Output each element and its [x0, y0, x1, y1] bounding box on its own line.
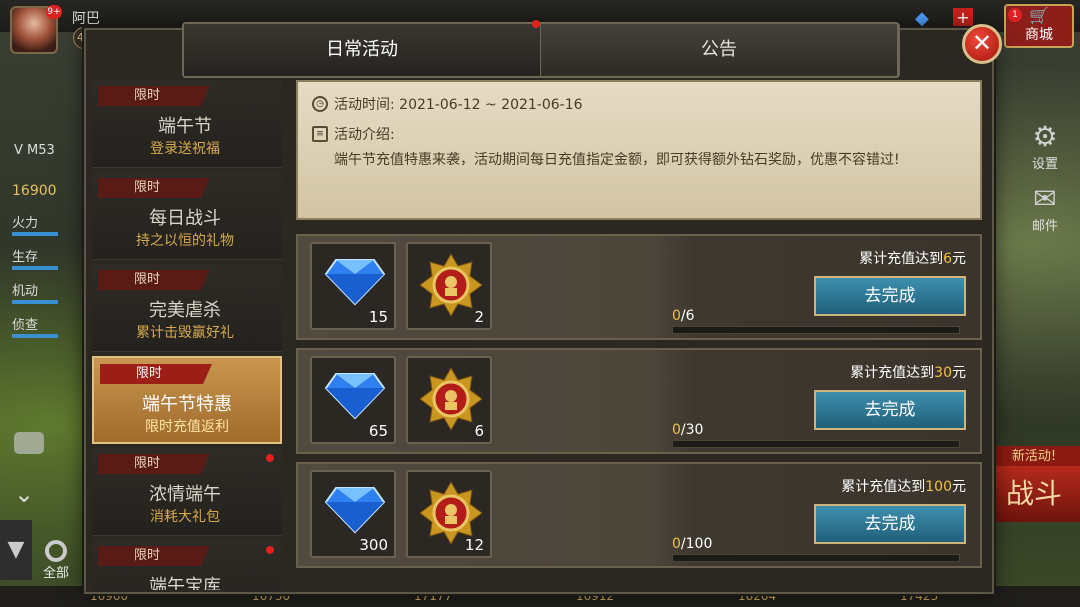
reward-diamond[interactable]: 300: [310, 470, 396, 558]
notification-dot: [266, 454, 274, 462]
stat-firepower: 火力: [0, 210, 90, 244]
item-title: 浓情端午: [149, 484, 221, 505]
gear-icon: ⚙: [1032, 120, 1058, 153]
progress-text: 0/6: [672, 308, 695, 324]
notification-dot: [266, 546, 274, 554]
list-item-festival-treasury[interactable]: 限时 端午宝库: [92, 540, 282, 590]
cart-icon: 🛒: [1029, 6, 1049, 25]
task-card: 300 12 累计充值达到100元 去完成 0/100: [296, 462, 982, 568]
go-complete-button[interactable]: 去完成: [814, 390, 966, 430]
task-card: 15 2 累计充值达到6元 去完成 0/6: [296, 234, 982, 340]
reward-medal[interactable]: 2: [406, 242, 492, 330]
chat-icon[interactable]: [14, 432, 44, 454]
tank-stats: 火力 生存 机动 侦查: [0, 210, 90, 346]
list-item-perfect-kill[interactable]: 限时 完美虐杀 累计击毁赢好礼: [92, 264, 282, 352]
right-hud: 1 🛒 商城 ⚙ 设置 ✉ 邮件 新活动! 战斗: [988, 0, 1080, 607]
tab-bar: 日常活动 公告: [182, 20, 900, 78]
tab-daily-activities[interactable]: 日常活动: [184, 24, 541, 76]
go-complete-button[interactable]: 去完成: [814, 504, 966, 544]
list-item-festival-special[interactable]: 限时 端午节特惠 限时充值返利: [92, 356, 282, 444]
notification-dot: [532, 20, 540, 28]
activity-content: ◷ 活动时间: 2021-06-12 ~ 2021-06-16 ≡ 活动介绍: …: [292, 80, 984, 590]
limited-ribbon: 限时: [98, 454, 210, 474]
avatar-badge: 9+: [46, 5, 62, 19]
shop-badge: 1: [1008, 8, 1022, 22]
item-subtitle: 持之以恒的礼物: [136, 233, 234, 249]
tab-announcements[interactable]: 公告: [541, 24, 898, 76]
diamond-icon: [324, 373, 386, 420]
reward-medal[interactable]: 6: [406, 356, 492, 444]
activity-list[interactable]: 限时 端午节 登录送祝福 限时 每日战斗 持之以恒的礼物 限时 完美虐杀 累计击…: [92, 80, 282, 590]
diamond-icon: [324, 259, 386, 306]
mail-button[interactable]: ✉ 邮件: [1020, 182, 1070, 234]
limited-ribbon: 限时: [98, 86, 210, 106]
progress-bar: [672, 440, 960, 448]
reward-diamond[interactable]: 65: [310, 356, 396, 444]
item-subtitle: 限时充值返利: [145, 419, 229, 435]
filter-button[interactable]: ▼: [0, 520, 32, 580]
diamond-icon: [324, 487, 386, 534]
limited-ribbon: 限时: [98, 178, 210, 198]
item-title: 端午节: [158, 116, 212, 137]
item-title: 端午节特惠: [142, 394, 232, 415]
list-item-dragon-boat-festival[interactable]: 限时 端午节 登录送祝福: [92, 80, 282, 168]
clock-icon: ◷: [312, 96, 328, 112]
new-activity-label: 新活动!: [988, 446, 1080, 468]
document-icon: ≡: [312, 126, 328, 142]
item-title: 完美虐杀: [149, 300, 221, 321]
settings-button[interactable]: ⚙ 设置: [1020, 120, 1070, 172]
shop-button[interactable]: 1 🛒 商城: [1004, 4, 1074, 48]
progress-bar: [672, 554, 960, 562]
progress-text: 0/30: [672, 422, 704, 438]
item-title: 每日战斗: [149, 208, 221, 229]
limited-ribbon: 限时: [98, 546, 210, 566]
limited-ribbon: 限时: [98, 270, 210, 290]
activity-intro-heading: ≡ 活动介绍:: [312, 124, 966, 144]
ring-icon: [45, 540, 67, 562]
chevron-down-icon[interactable]: ⌄: [14, 480, 34, 508]
list-item-festival-love[interactable]: 限时 浓情端午 消耗大礼包: [92, 448, 282, 536]
close-button[interactable]: ✕: [962, 24, 1002, 64]
progress-text: 0/100: [672, 536, 713, 552]
all-filter-button[interactable]: 全部: [38, 540, 74, 581]
item-title: 端午宝库: [149, 576, 221, 590]
activity-panel: 日常活动 公告 ✕ 限时 端午节 登录送祝福 限时 每日战斗 持之以恒的礼物 限…: [84, 20, 1002, 594]
list-item-daily-battle[interactable]: 限时 每日战斗 持之以恒的礼物: [92, 172, 282, 260]
stat-mobility: 机动: [0, 278, 90, 312]
stat-survival: 生存: [0, 244, 90, 278]
task-goal: 累计充值达到100元: [841, 479, 966, 495]
tank-power: 16900: [12, 183, 57, 199]
activity-description: 端午节充值特惠来袭，活动期间每日充值指定金额，即可获得额外钻石奖励，优惠不容错过…: [334, 152, 900, 168]
add-diamond-button[interactable]: +: [953, 8, 973, 28]
battle-button[interactable]: 战斗: [988, 466, 1080, 522]
item-subtitle: 登录送祝福: [150, 141, 220, 157]
limited-ribbon: 限时: [100, 364, 212, 384]
activity-time: ◷ 活动时间: 2021-06-12 ~ 2021-06-16: [312, 94, 966, 114]
diamond-icon: ◆: [915, 8, 929, 29]
tank-name: V M53: [14, 143, 55, 158]
progress-bar: [672, 326, 960, 334]
item-subtitle: 消耗大礼包: [150, 509, 220, 525]
mail-icon: ✉: [1033, 182, 1057, 215]
reward-diamond[interactable]: 15: [310, 242, 396, 330]
player-name: 阿巴: [72, 11, 100, 27]
task-card: 65 6 累计充值达到30元 去完成 0/30: [296, 348, 982, 454]
stat-recon: 侦查: [0, 312, 90, 346]
reward-medal[interactable]: 12: [406, 470, 492, 558]
task-goal: 累计充值达到30元: [850, 365, 966, 381]
activity-info: ◷ 活动时间: 2021-06-12 ~ 2021-06-16 ≡ 活动介绍: …: [296, 80, 982, 220]
go-complete-button[interactable]: 去完成: [814, 276, 966, 316]
item-subtitle: 累计击毁赢好礼: [136, 325, 234, 341]
task-goal: 累计充值达到6元: [859, 251, 966, 267]
